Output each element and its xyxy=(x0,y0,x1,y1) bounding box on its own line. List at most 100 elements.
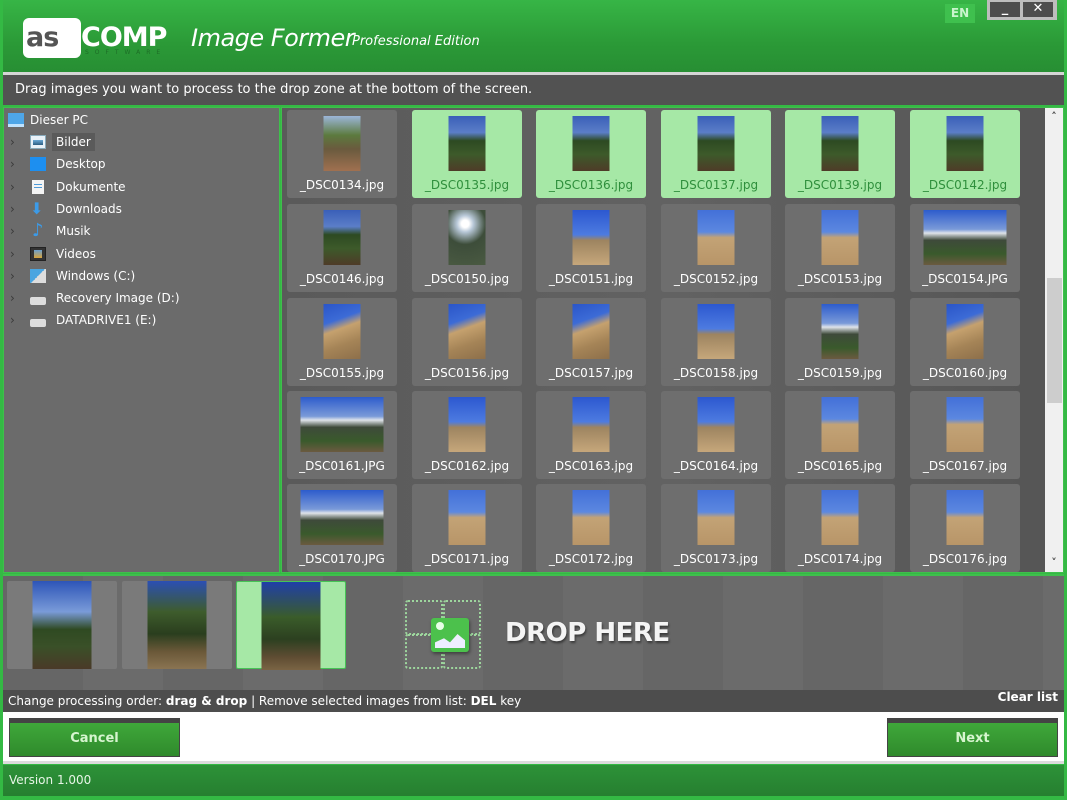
hint-order-action: drag & drop xyxy=(165,694,248,708)
scroll-up-arrow-icon[interactable]: ˄ xyxy=(1045,108,1063,126)
image-filename: _DSC0171.jpg xyxy=(424,552,510,566)
image-tile[interactable]: _DSC0170.JPG xyxy=(287,484,397,572)
image-tile[interactable]: _DSC0155.jpg xyxy=(287,298,397,386)
minimize-button[interactable]: _ xyxy=(990,2,1020,17)
image-tile[interactable]: _DSC0167.jpg xyxy=(910,391,1020,479)
next-button[interactable]: Next xyxy=(887,718,1058,757)
tree-item[interactable]: › Dokumente xyxy=(10,177,130,197)
image-filename: _DSC0172.jpg xyxy=(548,552,634,566)
expand-chevron-icon[interactable]: › xyxy=(10,247,22,261)
image-thumbnail xyxy=(572,490,610,545)
image-tile[interactable]: _DSC0172.jpg xyxy=(536,484,646,572)
queued-image[interactable] xyxy=(7,581,117,669)
scroll-thumb[interactable] xyxy=(1047,278,1062,403)
image-tile[interactable]: _DSC0156.jpg xyxy=(412,298,522,386)
tree-item[interactable]: › Windows (C:) xyxy=(10,266,139,286)
image-filename: _DSC0150.jpg xyxy=(424,272,510,286)
scroll-down-arrow-icon[interactable]: ˅ xyxy=(1045,554,1063,572)
image-thumbnail xyxy=(448,210,486,265)
drop-zone[interactable]: DROP HERE xyxy=(403,598,693,669)
tree-item-label: Desktop xyxy=(56,157,106,172)
image-thumbnail xyxy=(572,210,610,265)
image-thumbnail xyxy=(448,397,486,452)
expand-chevron-icon[interactable]: › xyxy=(10,202,22,216)
image-filename: _DSC0153.jpg xyxy=(797,272,883,286)
image-tile[interactable]: _DSC0158.jpg xyxy=(661,298,771,386)
image-filename: _DSC0167.jpg xyxy=(922,459,1008,473)
image-thumbnail xyxy=(697,490,735,545)
tree-item[interactable]: › DATADRIVE1 (E:) xyxy=(10,310,160,330)
image-tile[interactable]: _DSC0160.jpg xyxy=(910,298,1020,386)
tree-item[interactable]: › Musik xyxy=(10,220,95,241)
image-filename: _DSC0157.jpg xyxy=(548,366,634,380)
tree-item[interactable]: › Recovery Image (D:) xyxy=(10,288,184,308)
image-tile[interactable]: _DSC0173.jpg xyxy=(661,484,771,572)
hint-separator: | xyxy=(247,694,259,708)
image-tile[interactable]: _DSC0151.jpg xyxy=(536,204,646,292)
processing-queue: DROP HERE xyxy=(3,574,1064,690)
image-tile[interactable]: _DSC0163.jpg xyxy=(536,391,646,479)
clear-list-link[interactable]: Clear list xyxy=(998,690,1058,704)
tree-item-label: Bilder xyxy=(52,133,95,151)
computer-icon xyxy=(8,113,24,127)
image-tile[interactable]: _DSC0164.jpg xyxy=(661,391,771,479)
image-tile[interactable]: _DSC0171.jpg xyxy=(412,484,522,572)
queued-image-thumbnail xyxy=(261,582,321,670)
image-tile[interactable]: _DSC0174.jpg xyxy=(785,484,895,572)
queued-image[interactable] xyxy=(122,581,232,669)
image-tile[interactable]: _DSC0139.jpg xyxy=(785,110,895,198)
expand-chevron-icon[interactable]: › xyxy=(10,291,22,305)
tree-item[interactable]: › Downloads xyxy=(10,199,126,219)
image-icon xyxy=(431,618,469,652)
image-tile[interactable]: _DSC0154.JPG xyxy=(910,204,1020,292)
close-button[interactable]: ✕ xyxy=(1023,2,1053,17)
image-thumbnail xyxy=(697,210,735,265)
image-filename: _DSC0163.jpg xyxy=(548,459,634,473)
image-tile[interactable]: _DSC0176.jpg xyxy=(910,484,1020,572)
hint-remove-prefix: Remove selected images from list: xyxy=(258,694,471,708)
image-tile[interactable]: _DSC0162.jpg xyxy=(412,391,522,479)
image-thumbnail xyxy=(821,210,859,265)
image-filename: _DSC0156.jpg xyxy=(424,366,510,380)
tree-item[interactable]: › Videos xyxy=(10,244,100,264)
tree-root-this-pc[interactable]: Dieser PC xyxy=(8,110,88,130)
app-title: Image Former xyxy=(191,24,355,52)
expand-chevron-icon[interactable]: › xyxy=(10,180,22,194)
queued-image[interactable] xyxy=(236,581,346,670)
image-thumbnail xyxy=(821,490,859,545)
tree-item[interactable]: › Desktop xyxy=(10,154,110,174)
image-tile[interactable]: _DSC0150.jpg xyxy=(412,204,522,292)
expand-chevron-icon[interactable]: › xyxy=(10,269,22,283)
expand-chevron-icon[interactable]: › xyxy=(10,313,22,327)
image-thumbnail xyxy=(821,304,859,359)
image-tile[interactable]: _DSC0157.jpg xyxy=(536,298,646,386)
image-tile[interactable]: _DSC0165.jpg xyxy=(785,391,895,479)
language-selector[interactable]: EN xyxy=(945,4,975,23)
image-tile[interactable]: _DSC0159.jpg xyxy=(785,298,895,386)
image-tile[interactable]: _DSC0137.jpg xyxy=(661,110,771,198)
image-thumbnail xyxy=(697,116,735,171)
image-tile[interactable]: _DSC0153.jpg xyxy=(785,204,895,292)
logo-sub: SOFTWARE xyxy=(85,49,167,56)
grid-scrollbar[interactable]: ˄ ˅ xyxy=(1045,108,1063,572)
image-thumbnail xyxy=(946,304,984,359)
network-drive-icon xyxy=(30,319,46,328)
tree-item-label: Videos xyxy=(56,246,96,261)
image-filename: _DSC0155.jpg xyxy=(299,366,385,380)
expand-chevron-icon[interactable]: › xyxy=(10,224,22,238)
image-filename: _DSC0162.jpg xyxy=(424,459,510,473)
image-tile[interactable]: _DSC0161.JPG xyxy=(287,391,397,479)
image-tile[interactable]: _DSC0135.jpg xyxy=(412,110,522,198)
image-tile[interactable]: _DSC0152.jpg xyxy=(661,204,771,292)
image-filename: _DSC0142.jpg xyxy=(922,178,1008,192)
image-tile[interactable]: _DSC0134.jpg xyxy=(287,110,397,198)
image-tile[interactable]: _DSC0142.jpg xyxy=(910,110,1020,198)
expand-chevron-icon[interactable]: › xyxy=(10,157,22,171)
expand-chevron-icon[interactable]: › xyxy=(10,135,22,149)
image-tile[interactable]: _DSC0146.jpg xyxy=(287,204,397,292)
image-tile[interactable]: _DSC0136.jpg xyxy=(536,110,646,198)
image-filename: _DSC0165.jpg xyxy=(797,459,883,473)
tree-item[interactable]: › Bilder xyxy=(10,132,95,152)
tree-item-label: Recovery Image (D:) xyxy=(56,291,180,306)
cancel-button[interactable]: Cancel xyxy=(9,718,180,757)
